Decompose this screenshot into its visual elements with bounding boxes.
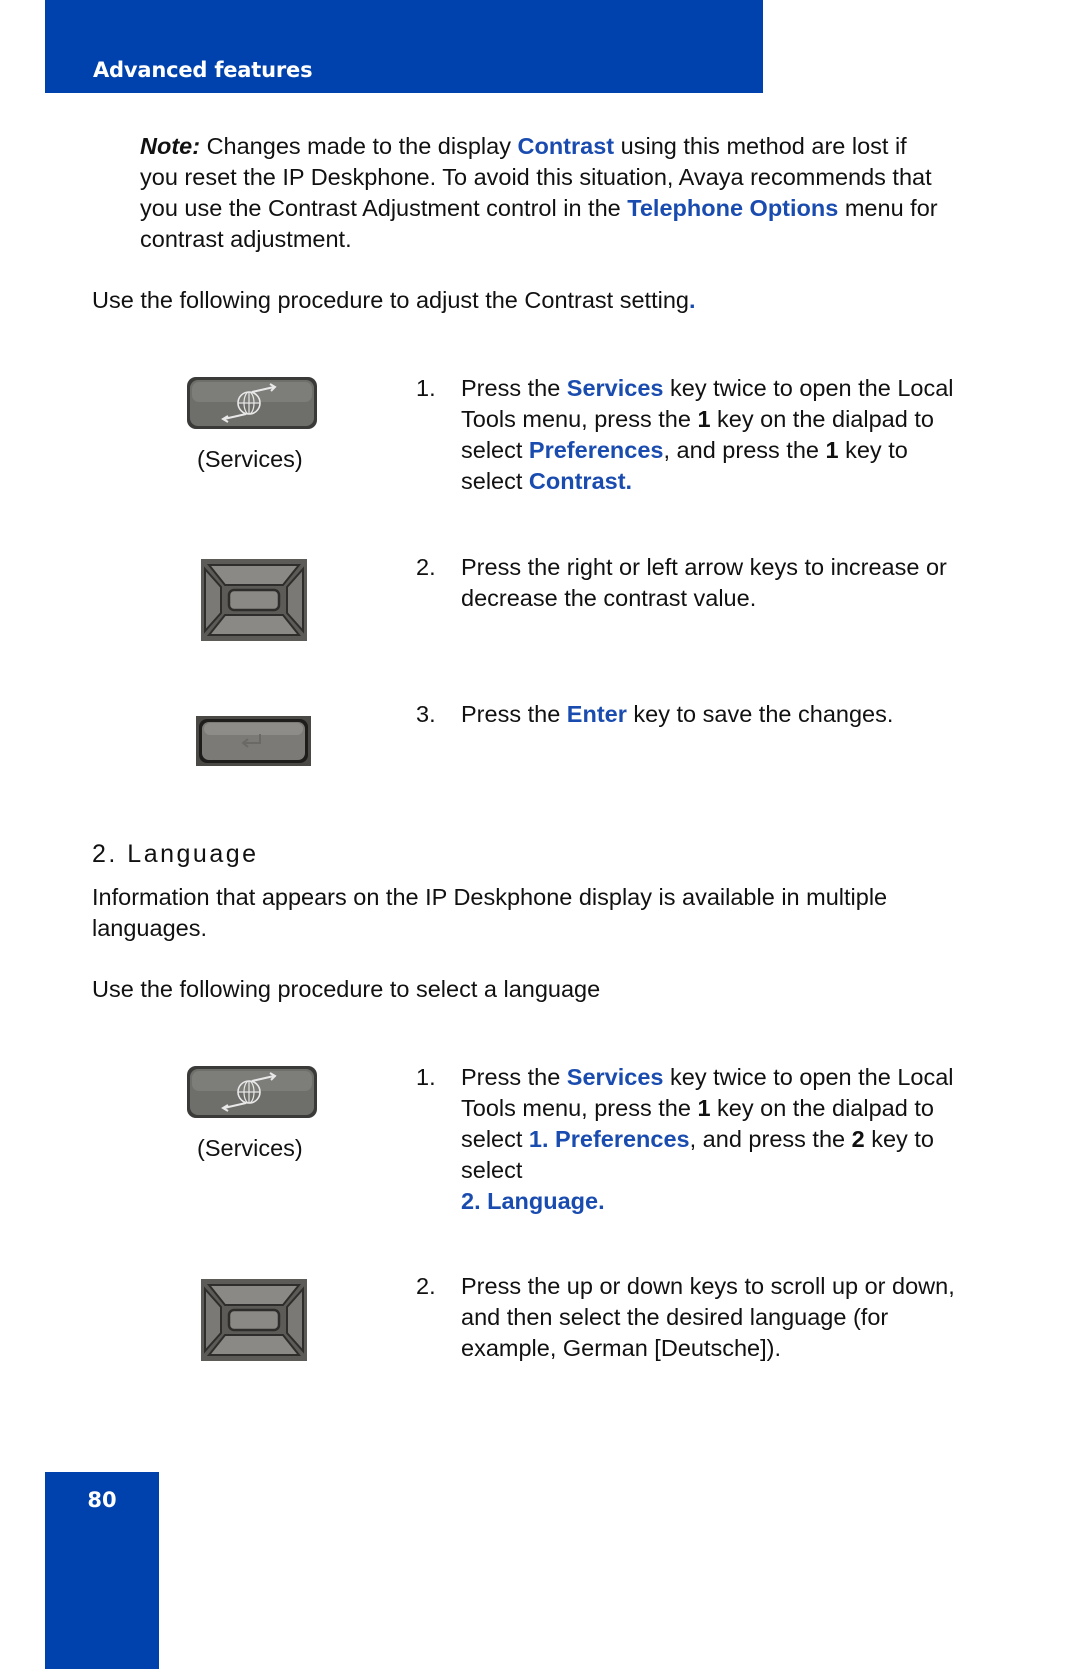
step-text: , and press the bbox=[689, 1126, 852, 1152]
preferences-term: 1. Preferences bbox=[528, 1126, 690, 1152]
intro-text: Use the following procedure to adjust th… bbox=[92, 287, 689, 313]
contrast-step-3: 3. Press the Enter key to save the chang… bbox=[416, 699, 956, 730]
contrast-term: Contrast bbox=[517, 133, 615, 159]
enter-term: Enter bbox=[566, 701, 627, 727]
note-paragraph: Note: Changes made to the display Contra… bbox=[140, 131, 940, 255]
key-number: 1 bbox=[825, 437, 839, 463]
language-procedure-intro: Use the following procedure to select a … bbox=[92, 976, 601, 1002]
step-number: 1. bbox=[416, 1064, 436, 1090]
services-key-caption: (Services) bbox=[197, 1135, 303, 1161]
services-key-caption: (Services) bbox=[197, 446, 303, 472]
note-label: Note: bbox=[140, 133, 201, 159]
contrast-procedure-intro: Use the following procedure to adjust th… bbox=[92, 285, 972, 316]
step-text: Press the right or left arrow keys to in… bbox=[461, 554, 947, 611]
services-term: Services bbox=[566, 1064, 664, 1090]
key-number: 1 bbox=[697, 1095, 711, 1121]
language-step-1: 1. Press the Services key twice to open … bbox=[416, 1062, 956, 1217]
page-number-box: 80 bbox=[45, 1472, 159, 1669]
services-key-icon bbox=[186, 376, 318, 435]
page-number: 80 bbox=[87, 1488, 117, 1512]
contrast-step-2: 2. Press the right or left arrow keys to… bbox=[416, 552, 956, 614]
note-text: Changes made to the display bbox=[200, 133, 518, 159]
intro-period: . bbox=[688, 287, 696, 313]
step-text: Press the bbox=[461, 701, 567, 727]
section-heading-language: 2. Language bbox=[92, 840, 259, 868]
language-step-2: 2. Press the up or down keys to scroll u… bbox=[416, 1271, 956, 1364]
chapter-title: Advanced features bbox=[93, 58, 313, 82]
key-number: 2 bbox=[851, 1126, 865, 1152]
step-number: 2. bbox=[416, 1273, 436, 1299]
enter-key-icon bbox=[196, 716, 311, 771]
language-intro: Information that appears on the IP Deskp… bbox=[92, 884, 888, 941]
step-text: , and press the bbox=[663, 437, 826, 463]
contrast-step-1: 1. Press the Services key twice to open … bbox=[416, 373, 956, 497]
telephone-options-term: Telephone Options bbox=[627, 195, 839, 221]
navigation-cluster-icon bbox=[201, 559, 307, 646]
step-text: Press the bbox=[461, 1064, 567, 1090]
step-text: Press the up or down keys to scroll up o… bbox=[461, 1273, 955, 1361]
chapter-header-bar: Advanced features bbox=[45, 0, 763, 93]
step-number: 1. bbox=[416, 375, 436, 401]
step-text: Press the bbox=[461, 375, 567, 401]
step-number: 3. bbox=[416, 701, 436, 727]
step-text: key to save the changes. bbox=[626, 701, 894, 727]
services-term: Services bbox=[566, 375, 664, 401]
contrast-term: Contrast. bbox=[528, 468, 633, 494]
key-number: 1 bbox=[697, 406, 711, 432]
preferences-term: Preferences bbox=[528, 437, 664, 463]
language-term: 2. Language. bbox=[461, 1188, 605, 1214]
navigation-cluster-icon bbox=[201, 1279, 307, 1366]
services-key-icon bbox=[186, 1065, 318, 1124]
step-number: 2. bbox=[416, 554, 436, 580]
